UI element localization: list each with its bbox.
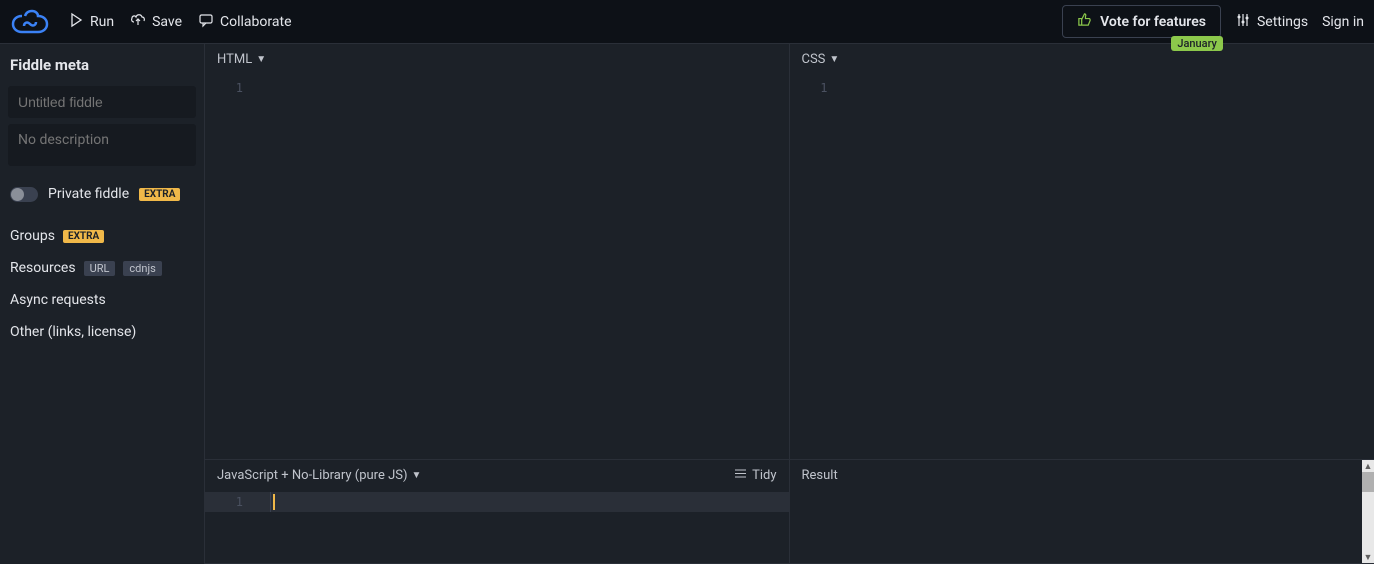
groups-label: Groups: [10, 228, 55, 244]
line-number: 1: [205, 492, 253, 512]
other-label: Other (links, license): [10, 324, 136, 340]
cdnjs-badge: cdnjs: [123, 261, 161, 276]
chat-icon: [198, 12, 214, 32]
sidebar: Fiddle meta Private fiddle EXTRA Groups …: [0, 44, 204, 564]
private-toggle[interactable]: [10, 187, 38, 202]
title-input[interactable]: [8, 86, 196, 118]
html-pane-header[interactable]: HTML ▼: [205, 44, 789, 74]
scroll-down-icon[interactable]: ▼: [1362, 551, 1374, 563]
logo[interactable]: [10, 8, 50, 36]
extra-badge: EXTRA: [63, 230, 104, 243]
vote-label: Vote for features: [1100, 14, 1206, 30]
css-pane-header[interactable]: CSS ▼: [790, 44, 1374, 74]
tidy-button[interactable]: Tidy: [734, 467, 776, 484]
sidebar-item-async[interactable]: Async requests: [8, 292, 196, 308]
html-pane: HTML ▼ 1: [205, 44, 790, 460]
sidebar-item-other[interactable]: Other (links, license): [8, 324, 196, 340]
collaborate-button[interactable]: Collaborate: [198, 12, 291, 32]
js-pane-label: JavaScript + No-Library (pure JS): [217, 468, 408, 483]
sidebar-item-groups[interactable]: Groups EXTRA: [8, 228, 196, 244]
js-pane-header[interactable]: JavaScript + No-Library (pure JS) ▼ Tidy: [205, 460, 789, 490]
collaborate-label: Collaborate: [220, 14, 291, 30]
async-label: Async requests: [10, 292, 106, 308]
topbar: Run Save Collaborate Vote for features J…: [0, 0, 1374, 44]
result-pane: Result ▲ ▼: [790, 460, 1374, 564]
settings-button[interactable]: Settings: [1235, 12, 1308, 32]
scrollbar[interactable]: ▲ ▼: [1362, 460, 1374, 563]
cloud-up-icon: [130, 12, 146, 32]
scroll-up-icon[interactable]: ▲: [1362, 460, 1374, 472]
css-pane: CSS ▼ 1: [790, 44, 1374, 460]
run-button[interactable]: Run: [68, 12, 114, 32]
caret-down-icon: ▼: [256, 54, 266, 65]
private-label: Private fiddle: [48, 186, 129, 202]
settings-label: Settings: [1257, 14, 1308, 30]
url-badge: URL: [84, 261, 116, 276]
caret-down-icon: ▼: [829, 54, 839, 65]
vote-badge: January: [1171, 36, 1223, 51]
tidy-label: Tidy: [752, 468, 776, 483]
resources-label: Resources: [10, 260, 76, 276]
play-icon: [68, 12, 84, 32]
sliders-icon: [1235, 12, 1251, 32]
line-number: 1: [790, 78, 838, 459]
signin-button[interactable]: Sign in: [1322, 14, 1364, 30]
tidy-icon: [734, 467, 747, 484]
js-editor[interactable]: 1: [205, 490, 789, 563]
description-input[interactable]: [8, 124, 196, 166]
css-pane-label: CSS: [802, 52, 826, 67]
html-pane-label: HTML: [217, 52, 252, 67]
save-label: Save: [152, 14, 182, 30]
fiddle-meta-heading: Fiddle meta: [8, 56, 196, 74]
css-editor[interactable]: 1: [790, 74, 1374, 459]
text-cursor: [273, 494, 275, 510]
vote-button[interactable]: Vote for features January: [1062, 5, 1221, 38]
extra-badge: EXTRA: [139, 188, 180, 201]
scrollbar-thumb[interactable]: [1362, 472, 1374, 492]
result-pane-label: Result: [802, 468, 838, 483]
sidebar-item-resources[interactable]: Resources URL cdnjs: [8, 260, 196, 276]
save-button[interactable]: Save: [130, 12, 182, 32]
signin-label: Sign in: [1322, 14, 1364, 30]
editor-grid: HTML ▼ 1 CSS ▼ 1 JavaScript + No-Library…: [204, 44, 1374, 564]
html-editor[interactable]: 1: [205, 74, 789, 459]
caret-down-icon: ▼: [412, 470, 422, 481]
run-label: Run: [90, 14, 114, 30]
line-number: 1: [205, 78, 253, 459]
thumbs-up-icon: [1077, 12, 1092, 31]
js-pane: JavaScript + No-Library (pure JS) ▼ Tidy…: [205, 460, 790, 564]
result-pane-header: Result: [790, 460, 1374, 490]
